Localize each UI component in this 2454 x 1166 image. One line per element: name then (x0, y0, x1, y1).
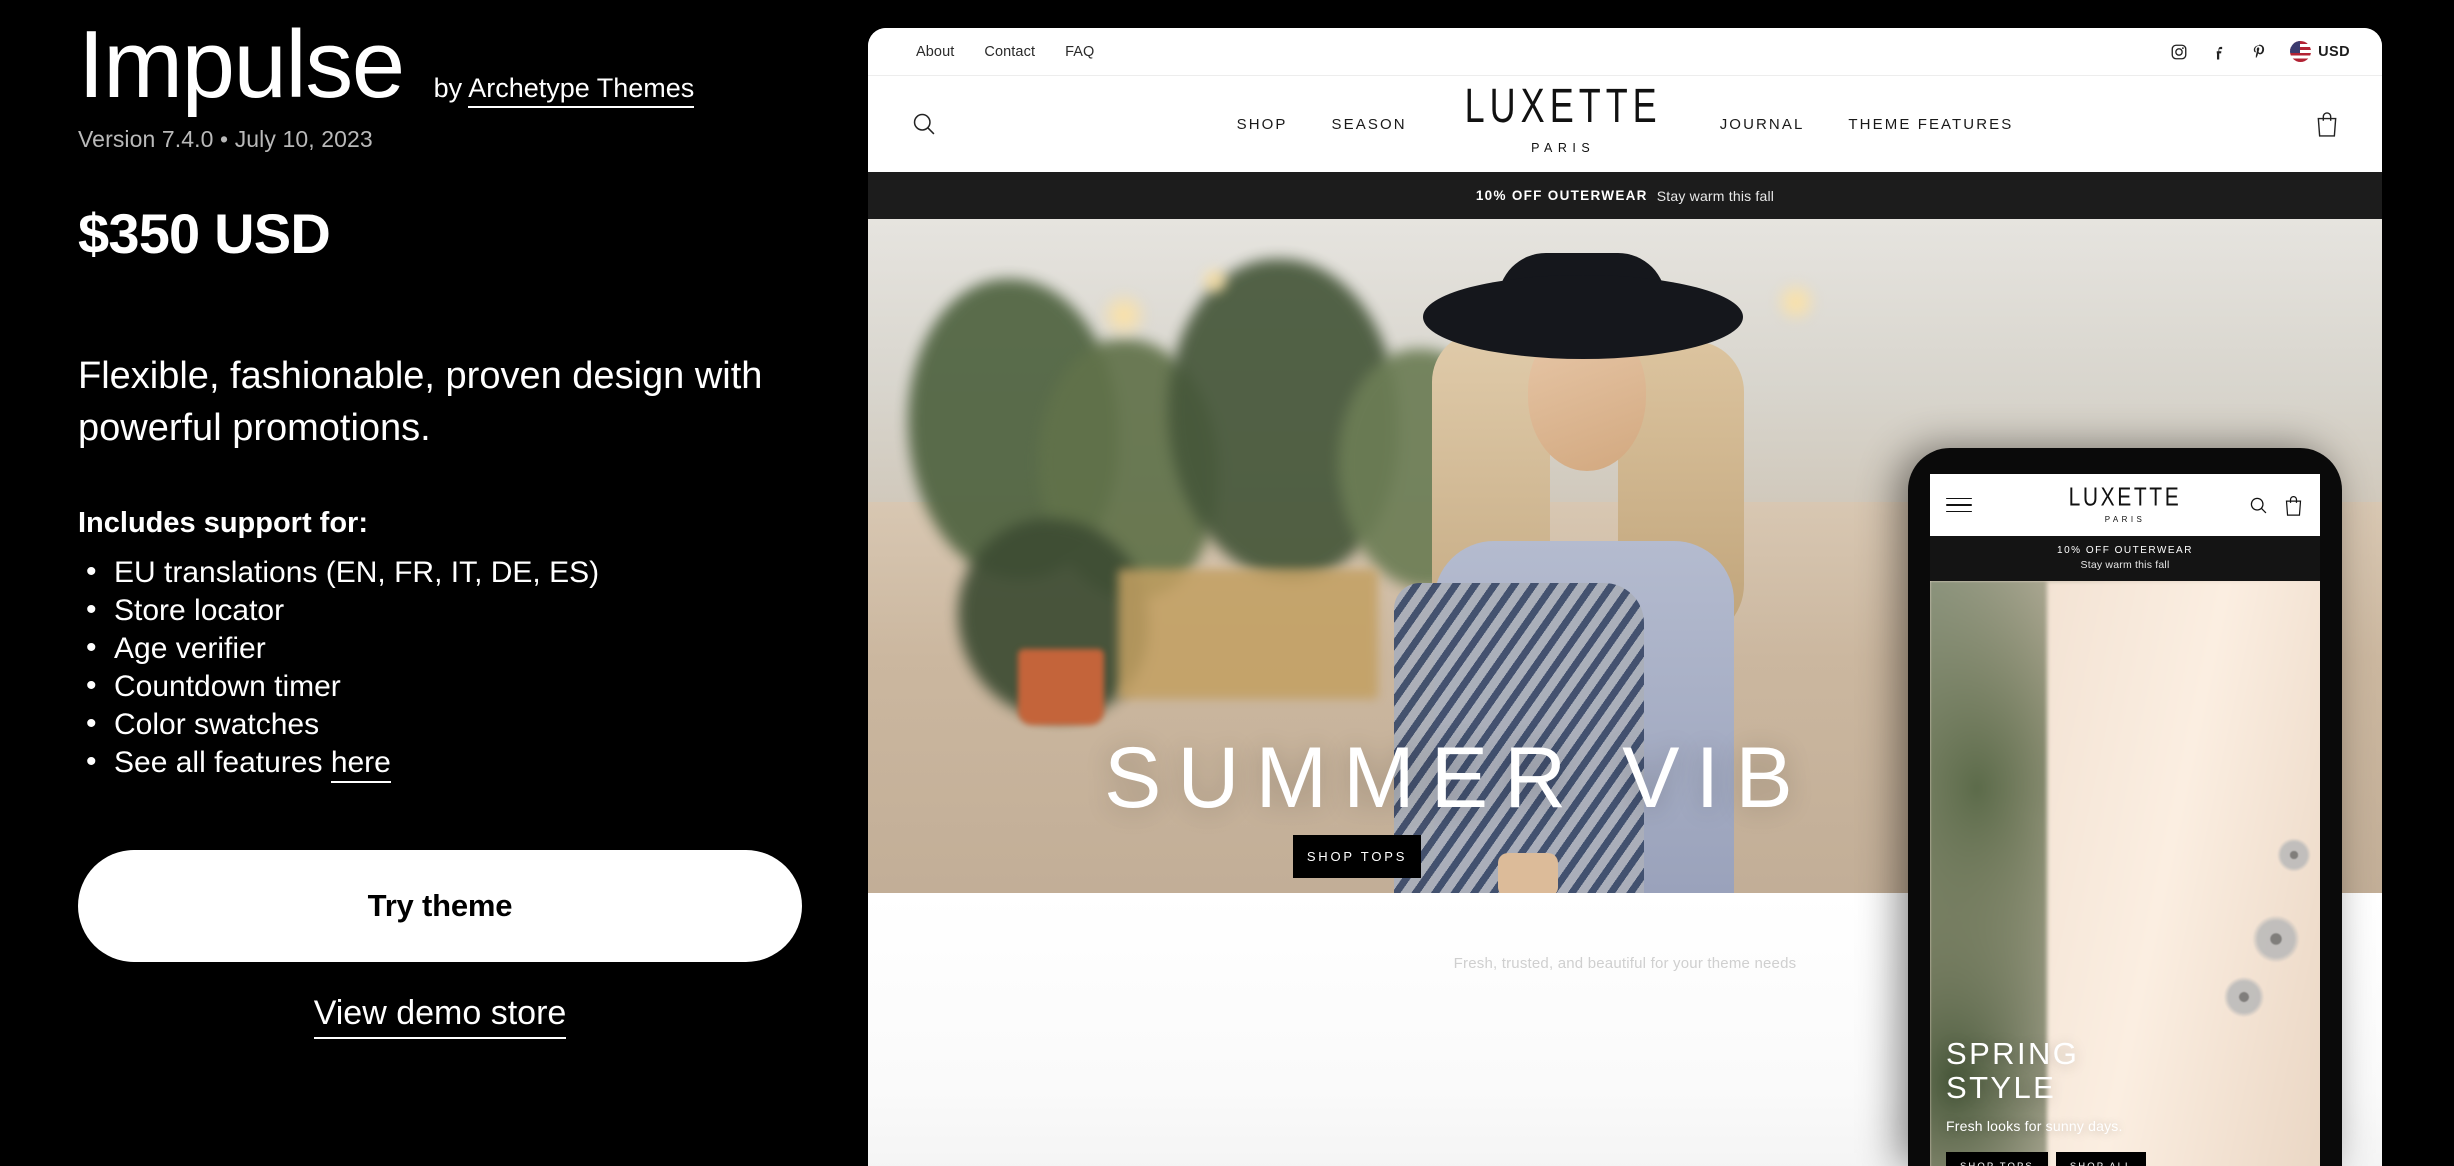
theme-info-panel: Impulse by Archetype Themes Version 7.4.… (0, 0, 868, 1166)
pinterest-icon[interactable] (2250, 43, 2268, 61)
utility-link-about[interactable]: About (916, 44, 954, 60)
currency-code: USD (2318, 43, 2350, 60)
title-row: Impulse by Archetype Themes (78, 0, 790, 116)
mobile-hero-headline: SPRING STYLE (1946, 1035, 2146, 1106)
byline-prefix: by (433, 73, 463, 103)
currency-selector[interactable]: USD (2290, 41, 2350, 62)
cart-icon[interactable] (2283, 494, 2304, 517)
hamburger-menu-icon[interactable] (1946, 493, 1972, 518)
mobile-hero-headline-line2: STYLE (1946, 1070, 2057, 1106)
version-and-date: Version 7.4.0 • July 10, 2023 (78, 125, 373, 152)
cart-icon[interactable] (2314, 109, 2340, 139)
list-item: EU translations (EN, FR, IT, DE, ES) (78, 553, 790, 592)
hero-headline: SUMMER VIB (1104, 730, 1809, 826)
theme-tagline: Flexible, fashionable, proven design wit… (78, 354, 763, 450)
mobile-brand-name: LUXETTE (2068, 482, 2182, 512)
promo-banner[interactable]: 10% OFF OUTERWEAR Stay warm this fall (868, 172, 2382, 219)
mobile-hero-buttons: SHOP TOPS SHOP ALL (1946, 1152, 2147, 1166)
mobile-shop-all-button[interactable]: SHOP ALL (2055, 1152, 2147, 1166)
page-title: Impulse (78, 11, 405, 118)
search-icon[interactable] (910, 110, 938, 138)
view-demo-store-link[interactable]: View demo store (313, 994, 567, 1040)
instagram-icon[interactable] (2170, 43, 2188, 61)
storefront-main-nav: SHOP SEASON LUXETTE PARIS JOURNAL THEME … (868, 76, 2382, 172)
byline: by Archetype Themes (433, 73, 695, 108)
includes-heading: Includes support for: (78, 506, 368, 539)
utility-link-contact[interactable]: Contact (984, 44, 1035, 60)
brand-name: LUXETTE (1464, 76, 1662, 133)
list-item-see-all: See all features here (78, 743, 790, 784)
utility-link-faq[interactable]: FAQ (1065, 44, 1094, 60)
mobile-promo-banner[interactable]: 10% OFF OUTERWEAR Stay warm this fall (1930, 536, 2320, 581)
mobile-nav-icons (2248, 494, 2304, 517)
author-link[interactable]: Archetype Themes (468, 73, 695, 108)
mobile-promo-subtext: Stay warm this fall (2080, 559, 2170, 571)
utility-right-group: USD (2170, 41, 2350, 62)
promo-subtext: Stay warm this fall (1656, 187, 1775, 204)
storefront-utility-bar: About Contact FAQ USD (868, 28, 2382, 76)
mobile-preview-frame: LUXETTE PARIS 10% OFF OUTERWEAR Stay war… (1908, 448, 2342, 1166)
list-item: Color swatches (78, 705, 790, 744)
nav-link-theme-features[interactable]: THEME FEATURES (1848, 116, 2013, 133)
theme-price: $350 USD (78, 201, 331, 265)
demo-link-wrapper: View demo store (78, 994, 802, 1040)
mobile-hero-headline-line1: SPRING (1946, 1035, 2080, 1071)
brand-subtitle: PARIS (1531, 140, 1596, 155)
see-all-prefix: See all features (114, 746, 323, 780)
us-flag-icon (2290, 41, 2312, 62)
mobile-shop-tops-button[interactable]: SHOP TOPS (1946, 1152, 2048, 1166)
utility-links: About Contact FAQ (916, 44, 1094, 60)
mobile-nav: LUXETTE PARIS (1930, 474, 2320, 536)
hero-shop-tops-button[interactable]: SHOP TOPS (1293, 835, 1421, 878)
promo-headline: 10% OFF OUTERWEAR (1475, 188, 1648, 203)
list-item: Age verifier (78, 629, 790, 668)
list-item: Store locator (78, 591, 790, 630)
theme-detail-page: Impulse by Archetype Themes Version 7.4.… (0, 0, 2454, 1166)
list-item: Countdown timer (78, 667, 790, 706)
search-icon[interactable] (2248, 494, 2269, 517)
nav-link-shop[interactable]: SHOP (1237, 116, 1288, 133)
mobile-hero-subtitle: Fresh looks for sunny days. (1946, 1118, 2123, 1134)
nav-center-group: SHOP SEASON LUXETTE PARIS JOURNAL THEME … (868, 80, 2382, 155)
mobile-hero-section: SPRING STYLE Fresh looks for sunny days.… (1930, 581, 2320, 1166)
mobile-promo-headline: 10% OFF OUTERWEAR (2057, 545, 2193, 556)
see-all-features-link[interactable]: here (330, 746, 391, 784)
nav-link-season[interactable]: SEASON (1332, 116, 1407, 133)
try-theme-button[interactable]: Try theme (78, 850, 802, 963)
brand-logo[interactable]: LUXETTE PARIS (1465, 80, 1662, 155)
nav-link-journal[interactable]: JOURNAL (1720, 116, 1805, 133)
facebook-icon[interactable] (2210, 43, 2228, 61)
mobile-screen: LUXETTE PARIS 10% OFF OUTERWEAR Stay war… (1930, 474, 2320, 1166)
feature-list: EU translations (EN, FR, IT, DE, ES) Sto… (78, 553, 790, 784)
mobile-hero-content: SPRING STYLE Fresh looks for sunny days.… (1946, 1035, 2147, 1166)
